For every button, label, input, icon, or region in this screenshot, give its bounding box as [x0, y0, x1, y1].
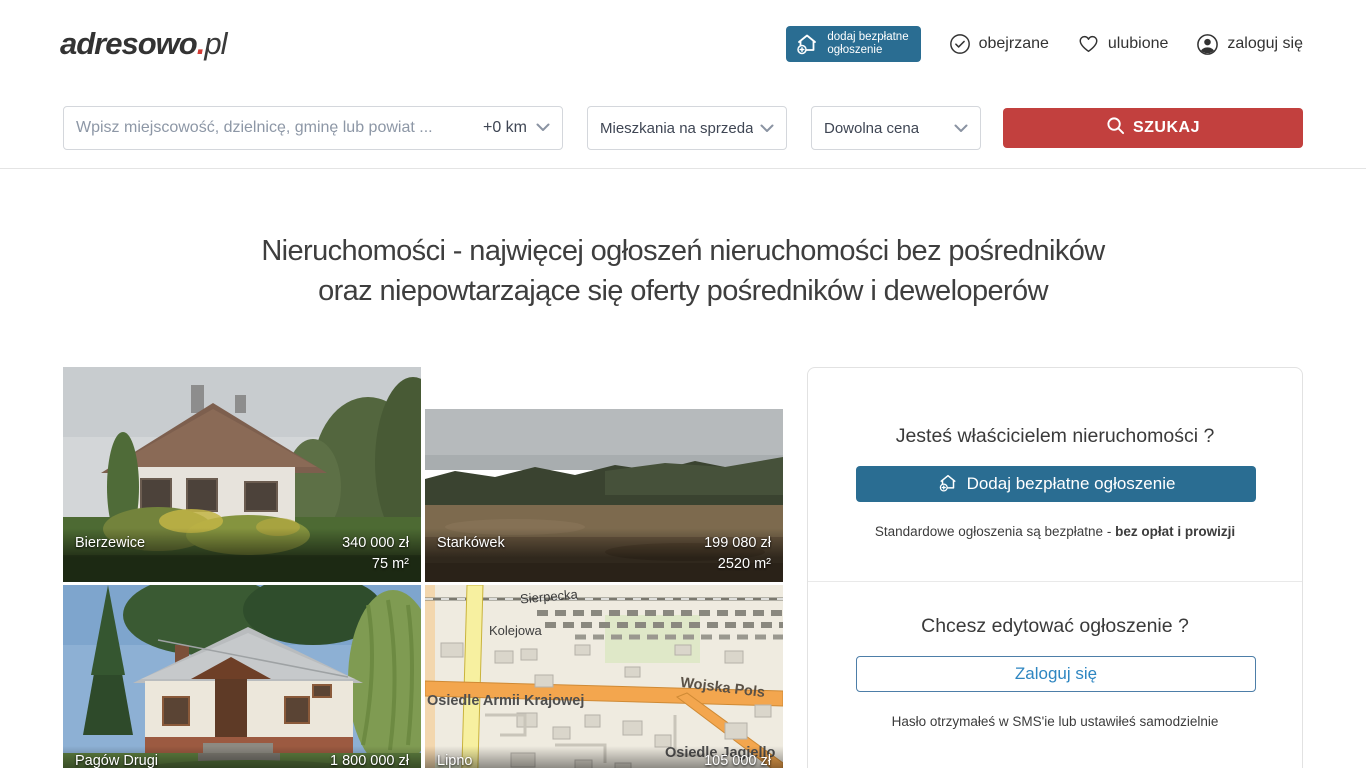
header-nav: dodaj bezpłatne ogłoszenie obejrzane ulu… — [786, 26, 1303, 62]
add-listing-label-line2: ogłoszenie — [827, 44, 882, 56]
search-button-label: SZUKAJ — [1133, 119, 1200, 137]
listing-caption: Starkówek 199 080 zł 2520 m² — [425, 528, 783, 582]
listing-tile-bierzewice[interactable]: Bierzewice 340 000 zł 75 m² — [63, 367, 421, 582]
radius-value: +0 km — [483, 119, 527, 137]
listing-caption: Lipno 105 000 zł — [425, 746, 783, 768]
logo-tld: pl — [204, 26, 226, 61]
owner-card: Jesteś właścicielem nieruchomości ? Doda… — [807, 367, 1303, 768]
category-select[interactable]: Mieszkania na sprzeda — [587, 106, 787, 150]
add-free-listing-button[interactable]: Dodaj bezpłatne ogłoszenie — [856, 466, 1256, 502]
house-plus-icon — [937, 471, 959, 498]
listing-location: Starkówek — [437, 533, 505, 554]
radius-select[interactable]: +0 km — [475, 119, 550, 137]
listing-tile-pagow-drugi[interactable]: Pagów Drugi 1 800 000 zł — [63, 585, 421, 768]
nav-login-label: zaloguj się — [1227, 35, 1303, 53]
free-listing-note-regular: Standardowe ogłoszenia są bezpłatne - — [875, 524, 1115, 539]
nav-favorites[interactable]: ulubione — [1077, 33, 1169, 55]
free-listing-note: Standardowe ogłoszenia są bezpłatne - be… — [856, 524, 1254, 539]
listing-map — [425, 585, 783, 768]
card-divider — [808, 581, 1302, 582]
search-button[interactable]: SZUKAJ — [1003, 108, 1303, 148]
page-header: adresowo.pl dodaj bezpłatne ogłoszenie — [0, 0, 1366, 85]
listing-price: 340 000 zł — [342, 533, 409, 554]
search-section: +0 km Mieszkania na sprzeda Dowolna cena — [0, 85, 1366, 169]
listings-grid: Bierzewice 340 000 zł 75 m² — [63, 367, 783, 768]
chevron-down-icon — [760, 120, 774, 137]
listing-area: 75 m² — [75, 554, 409, 575]
chevron-down-icon — [954, 120, 968, 137]
listing-tile-starkowek[interactable]: Starkówek 199 080 zł 2520 m² — [425, 367, 783, 582]
house-plus-icon — [794, 30, 820, 59]
location-search-input[interactable] — [76, 119, 475, 137]
nav-viewed[interactable]: obejrzane — [949, 33, 1049, 55]
price-value: Dowolna cena — [824, 120, 919, 137]
listing-tile-lipno-map[interactable]: Sierpecka Kolejowa Osiedle Armii Krajowe… — [425, 585, 783, 768]
search-icon — [1106, 116, 1125, 140]
listing-caption: Bierzewice 340 000 zł 75 m² — [63, 528, 421, 582]
edit-card-title: Chcesz edytować ogłoszenie ? — [856, 615, 1254, 638]
price-select[interactable]: Dowolna cena — [811, 106, 981, 150]
chevron-down-icon — [536, 119, 550, 137]
listing-price: 105 000 zł — [704, 751, 771, 768]
listing-photo — [63, 585, 421, 768]
user-icon — [1196, 33, 1219, 56]
page-title-line1: Nieruchomości - najwięcej ogłoszeń nieru… — [0, 231, 1366, 271]
listing-location: Pagów Drugi — [75, 751, 158, 768]
logo-name: adresowo — [60, 26, 197, 61]
listing-price: 199 080 zł — [704, 533, 771, 554]
listing-location: Lipno — [437, 751, 472, 768]
listing-location: Bierzewice — [75, 533, 145, 554]
listing-price: 1 800 000 zł — [330, 751, 409, 768]
map-street-label: Kolejowa — [489, 623, 542, 638]
nav-viewed-label: obejrzane — [979, 35, 1049, 53]
free-listing-note-bold: bez opłat i prowizji — [1115, 524, 1235, 539]
heart-icon — [1077, 33, 1100, 55]
login-note: Hasło otrzymałeś w SMS'ie lub ustawiłeś … — [856, 714, 1254, 729]
check-circle-icon — [949, 33, 971, 55]
listing-caption: Pagów Drugi 1 800 000 zł — [63, 746, 421, 768]
map-district-label: Osiedle Armii Krajowej — [427, 693, 584, 709]
login-button[interactable]: Zaloguj się — [856, 656, 1256, 692]
category-value: Mieszkania na sprzeda — [600, 120, 753, 137]
location-input-group: +0 km — [63, 106, 563, 150]
page-title-line2: oraz niepowtarzające się oferty pośredni… — [0, 271, 1366, 311]
owner-card-title: Jesteś właścicielem nieruchomości ? — [856, 425, 1254, 448]
listing-area: 2520 m² — [437, 554, 771, 575]
nav-favorites-label: ulubione — [1108, 35, 1169, 53]
add-listing-label-line1: dodaj bezpłatne — [827, 31, 908, 43]
page-title: Nieruchomości - najwięcej ogłoszeń nieru… — [0, 231, 1366, 311]
site-logo[interactable]: adresowo.pl — [60, 26, 226, 62]
add-free-listing-label: Dodaj bezpłatne ogłoszenie — [967, 474, 1176, 494]
add-listing-button[interactable]: dodaj bezpłatne ogłoszenie — [786, 26, 920, 62]
nav-login[interactable]: zaloguj się — [1196, 33, 1303, 56]
